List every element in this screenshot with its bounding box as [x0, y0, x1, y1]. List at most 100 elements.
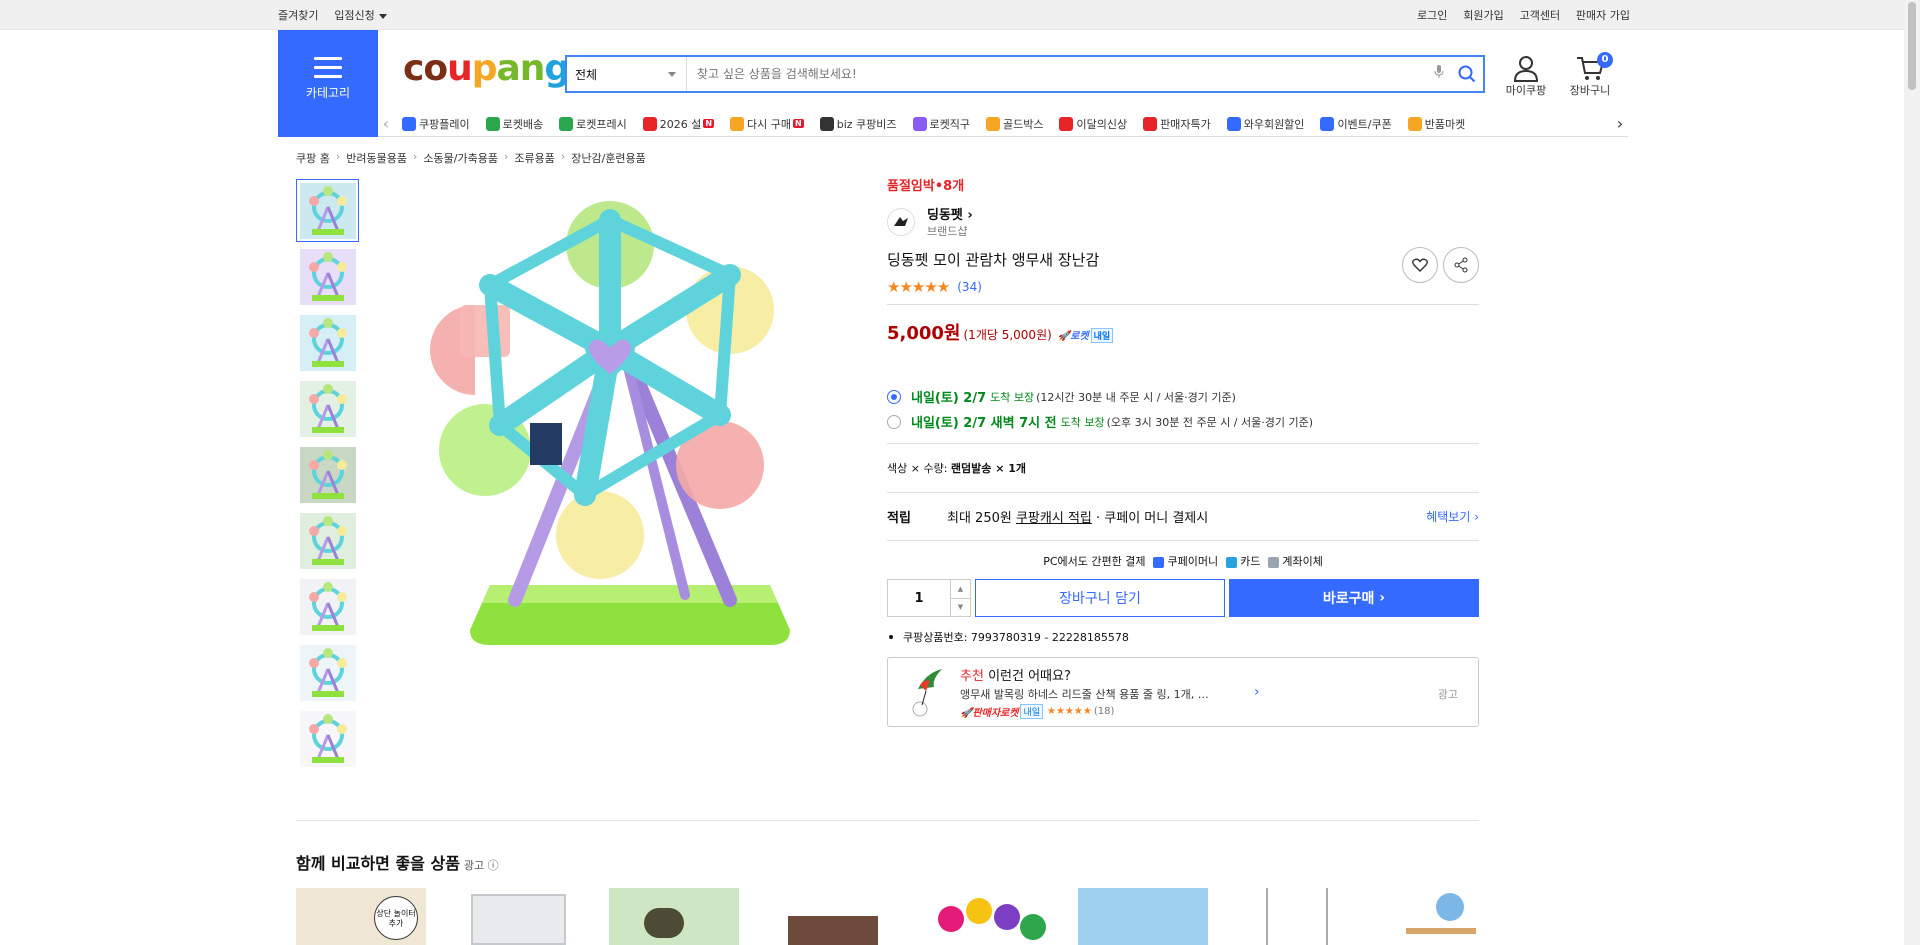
breadcrumb-item[interactable]: 조류용품 [514, 150, 554, 166]
page-scrollbar[interactable] [1904, 0, 1920, 945]
seller-apply-link[interactable]: 입점신청 [334, 9, 387, 22]
product-card[interactable]: 상단 놀이터 추가 [296, 888, 426, 945]
quantity-down-icon[interactable]: ▼ [951, 597, 970, 617]
product-card[interactable] [1236, 888, 1366, 945]
microphone-icon[interactable] [1427, 65, 1451, 83]
nav-item[interactable]: 골드박스 [986, 116, 1043, 132]
seller-apply-label: 입점신청 [334, 9, 375, 22]
nav-item-label: 반품마켓 [1424, 117, 1466, 131]
search-category-select[interactable]: 전체 [567, 57, 687, 91]
delivery-date: 내일(토) 2/7 새벽 7시 전 [911, 416, 1057, 431]
brand-logo-icon [887, 207, 915, 236]
delivery-option[interactable]: 내일(토) 2/7 새벽 7시 전 도착 보장 (오후 3시 30분 전 주문 시 … [887, 412, 1479, 431]
thumbnail[interactable] [296, 311, 359, 374]
product-actions [1397, 247, 1479, 283]
category-menu-button[interactable]: 카테고리 [278, 30, 378, 137]
my-coupang-button[interactable]: 마이쿠팡 [1501, 52, 1551, 98]
recommend-label-red: 추천 [960, 669, 984, 684]
brand-sub: 브랜드샵 [927, 225, 968, 238]
quantity-value[interactable]: 1 [888, 580, 950, 616]
delivery-date: 내일(토) 2/7 [911, 391, 987, 406]
payment-method-icon [1268, 556, 1280, 568]
breadcrumb-item[interactable]: 반려동물용품 [346, 150, 407, 166]
thumbnail[interactable] [296, 575, 359, 638]
chevron-left-icon[interactable]: ‹ [378, 114, 394, 133]
site-header: 카테고리 coupang 전체 마이쿠팡 0 장바구니 ‹ 쿠팡플레이 로켓배송 로… [278, 30, 1628, 137]
search-input[interactable] [687, 57, 1427, 91]
nav-item[interactable]: 와우회원할인 [1226, 116, 1305, 132]
product-main-image[interactable] [430, 175, 830, 665]
nav-item-label: 로켓직구 [929, 117, 970, 131]
breadcrumb-item[interactable]: 장난감/훈련용품 [571, 150, 646, 166]
cash-reward: 적립 최대 250원 쿠팡캐시 적립 · 쿠페이 머니 결제시 혜택보기 › [887, 493, 1479, 540]
nav-item[interactable]: 로켓프레시 [559, 116, 627, 132]
radio-button[interactable] [887, 389, 901, 404]
nav-item-icon [559, 116, 574, 131]
add-to-cart-button[interactable]: 장바구니 담기 [975, 579, 1225, 617]
thumbnail[interactable] [296, 245, 359, 308]
product-card[interactable] [768, 888, 898, 945]
product-card[interactable] [609, 888, 739, 945]
product-card[interactable] [1396, 888, 1479, 945]
brand-shop-link[interactable]: 딩동펫 › 브랜드샵 [887, 204, 1479, 239]
thumbnail[interactable] [296, 509, 359, 572]
search-icon [1458, 65, 1476, 83]
thumbnail[interactable] [296, 443, 359, 506]
nav-item[interactable]: 반품마켓 [1407, 116, 1466, 132]
thumbnail[interactable] [296, 377, 359, 440]
quantity-stepper[interactable]: 1 ▲ ▼ [887, 579, 971, 617]
login-link[interactable]: 로그인 [1417, 9, 1447, 22]
bookmark-link[interactable]: 즐겨찾기 [278, 9, 318, 22]
nav-item[interactable]: 2026 설N [642, 116, 715, 132]
radio-button[interactable] [887, 414, 901, 429]
cart-label: 장바구니 [1569, 84, 1611, 97]
seller-signup-link[interactable]: 판매자 가입 [1576, 9, 1630, 22]
coupang-logo[interactable]: coupang [403, 48, 570, 89]
quantity-up-icon[interactable]: ▲ [951, 580, 970, 598]
review-count[interactable]: (34) [957, 280, 982, 294]
nav-item-label: 이벤트/쿠폰 [1337, 117, 1392, 131]
delivery-option[interactable]: 내일(토) 2/7 도착 보장 (12시간 30분 내 주문 시 / 서울·경기 기… [887, 387, 1479, 406]
nav-item[interactable]: 판매자특가 [1143, 116, 1211, 132]
nav-item[interactable]: 로켓배송 [485, 116, 543, 132]
breadcrumb: 쿠팡 홈 › 반려동물용품 › 소동물/가축용품 › 조류용품 › 장난감/훈련용품 [296, 150, 646, 166]
nav-item[interactable]: 로켓직구 [912, 116, 970, 132]
nav-item[interactable]: 쿠팡플레이 [402, 116, 470, 132]
breadcrumb-item[interactable]: 소동물/가축용품 [423, 150, 498, 166]
cart-button[interactable]: 0 장바구니 [1565, 52, 1615, 98]
wishlist-button[interactable] [1402, 247, 1438, 283]
ad-label: 광고 [1437, 688, 1458, 701]
product-id: 쿠팡상품번호: 7993780319 - 22228185578 [887, 629, 1479, 645]
signup-link[interactable]: 회원가입 [1463, 9, 1503, 22]
thumbnail[interactable] [296, 179, 359, 242]
thumbnail[interactable] [296, 707, 359, 770]
product-card[interactable] [928, 888, 1058, 945]
coupang-cash-link[interactable]: 쿠팡캐시 적립 [1016, 507, 1092, 526]
product-card[interactable] [1078, 888, 1208, 945]
nav-item[interactable]: 이벤트/쿠폰 [1320, 116, 1392, 132]
payment-method-label: 계좌이체 [1282, 555, 1323, 568]
product-card[interactable] [456, 888, 586, 945]
cash-label: 적립 [887, 511, 911, 526]
price-block: 5,000원 (1개당 5,000원) 🚀로켓 내일 [887, 319, 1479, 345]
nav-item-label: 와우회원할인 [1243, 117, 1305, 131]
search-button[interactable] [1451, 57, 1483, 91]
chevron-right-icon[interactable]: › [1254, 684, 1260, 700]
low-stock-label: 품절임박•8개 [887, 179, 965, 194]
ad-info[interactable]: 광고 ⓘ [464, 857, 499, 873]
chevron-right-icon[interactable]: › [1612, 114, 1628, 133]
nav-item[interactable]: biz 쿠팡비즈 [819, 116, 897, 132]
breadcrumb-item[interactable]: 쿠팡 홈 [296, 150, 330, 166]
buy-now-button[interactable]: 바로구매 › [1229, 579, 1479, 617]
recommendation-card[interactable]: 추천 이런건 어때요? 앵무새 발목링 하네스 리드줄 산책 용품 줄 링, 1… [887, 657, 1479, 727]
chevron-right-icon: › [335, 150, 341, 163]
thumbnail[interactable] [296, 641, 359, 704]
nav-item[interactable]: 이달의신상 [1059, 116, 1127, 132]
benefit-link[interactable]: 혜택보기 › [1426, 508, 1479, 525]
share-icon [1454, 257, 1468, 273]
share-button[interactable] [1443, 247, 1479, 283]
customer-center-link[interactable]: 고객센터 [1520, 9, 1560, 22]
search-bar: 전체 [565, 55, 1485, 93]
rating[interactable]: ★★★★★ (34) [887, 278, 1479, 296]
nav-item[interactable]: 다시 구매 N [730, 116, 804, 132]
